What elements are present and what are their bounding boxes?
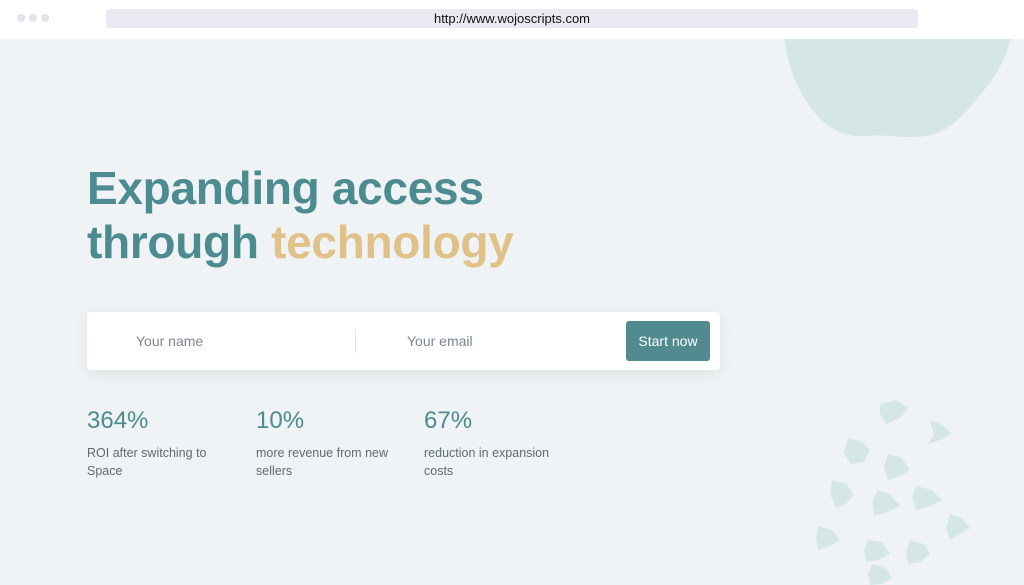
window-dot-icon	[29, 14, 37, 22]
stat-value: 10%	[256, 407, 305, 434]
stat-label: reduction in expansion costs	[424, 446, 550, 478]
stat-value: 67%	[424, 407, 473, 434]
start-now-button[interactable]: Start now	[626, 321, 710, 361]
address-bar[interactable]: http://www.wojoscripts.com	[106, 9, 918, 28]
decorative-leaves-shape	[816, 400, 970, 585]
stat-item: 67% reduction in expansion costs	[424, 405, 574, 480]
landing-page: Expanding access through technology Star…	[0, 39, 1024, 585]
headline-line-2-part-1: through	[87, 216, 259, 268]
browser-chrome: http://www.wojoscripts.com	[0, 0, 1024, 39]
stat-value: 364%	[87, 407, 149, 434]
stat-label: ROI after switching to Space	[87, 446, 207, 478]
decorative-blob-shape	[784, 39, 1010, 138]
name-input[interactable]	[136, 312, 386, 370]
signup-form: Start now	[87, 312, 720, 370]
window-dot-icon	[41, 14, 49, 22]
email-input[interactable]	[407, 312, 607, 370]
stat-label: more revenue from new sellers	[256, 446, 389, 478]
headline-line-1: Expanding access	[87, 162, 484, 214]
headline-accent-word: technology	[271, 216, 514, 268]
stat-item: 364% ROI after switching to Space	[87, 405, 237, 480]
stat-item: 10% more revenue from new sellers	[256, 405, 406, 480]
input-divider	[355, 329, 356, 353]
window-dot-icon	[17, 14, 25, 22]
hero-headline: Expanding access through technology	[87, 161, 514, 269]
